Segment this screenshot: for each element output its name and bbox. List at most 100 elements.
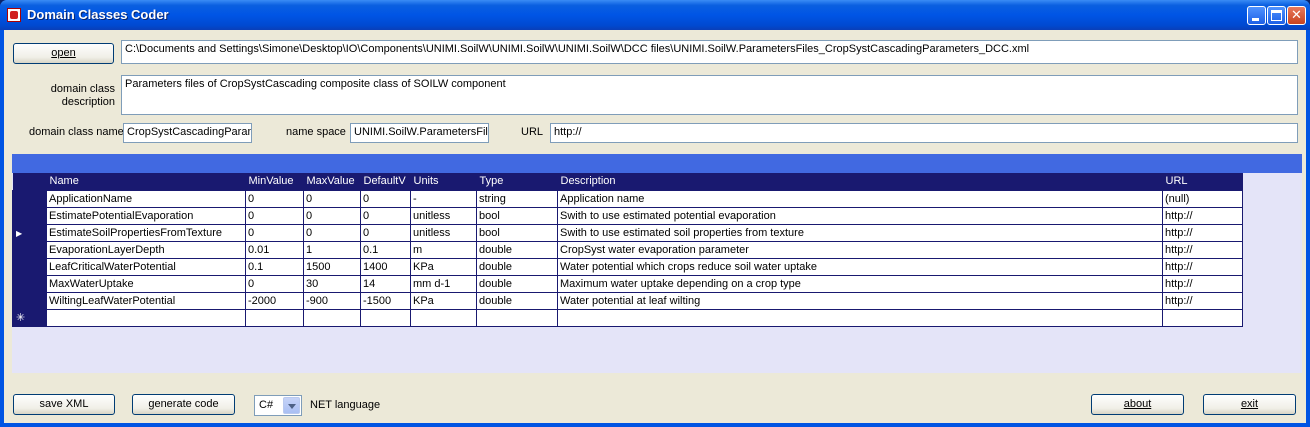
table-cell[interactable]: 1: [303, 240, 361, 259]
table-cell[interactable]: Application name: [557, 189, 1163, 208]
table-cell[interactable]: [360, 308, 411, 327]
table-cell[interactable]: Swith to use estimated potential evapora…: [557, 206, 1163, 225]
namespace-field[interactable]: UNIMI.SoilW.ParametersFil: [350, 123, 489, 143]
class-name-field[interactable]: CropSystCascadingParam: [123, 123, 252, 143]
close-button[interactable]: ✕: [1287, 6, 1306, 25]
column-header-minvalue[interactable]: MinValue: [245, 173, 304, 190]
table-cell[interactable]: 0: [360, 223, 411, 242]
column-header-name[interactable]: Name: [46, 173, 246, 190]
row-header[interactable]: [12, 257, 47, 276]
table-cell[interactable]: LeafCriticalWaterPotential: [46, 257, 246, 276]
table-cell[interactable]: double: [476, 257, 558, 276]
table-cell[interactable]: (null): [1162, 189, 1243, 208]
table-cell[interactable]: 0.1: [360, 240, 411, 259]
column-header-defaultv[interactable]: DefaultV: [360, 173, 411, 190]
table-cell[interactable]: ApplicationName: [46, 189, 246, 208]
table-cell[interactable]: [476, 308, 558, 327]
table-cell[interactable]: -2000: [245, 291, 304, 310]
new-row[interactable]: ✳: [12, 308, 1243, 327]
row-header[interactable]: [12, 291, 47, 310]
table-row[interactable]: ApplicationName 0 0 0- string Application nam…: [12, 189, 1243, 208]
table-cell[interactable]: 0: [303, 206, 361, 225]
table-cell[interactable]: 0.01: [245, 240, 304, 259]
table-cell[interactable]: 0.1: [245, 257, 304, 276]
table-cell[interactable]: double: [476, 240, 558, 259]
table-cell[interactable]: http://: [1162, 291, 1243, 310]
description-field[interactable]: Parameters files of CropSystCascading co…: [121, 75, 1298, 115]
table-cell[interactable]: Swith to use estimated soil properties f…: [557, 223, 1163, 242]
column-header-units[interactable]: Units: [410, 173, 477, 190]
table-cell[interactable]: http://: [1162, 206, 1243, 225]
table-cell[interactable]: http://: [1162, 240, 1243, 259]
table-cell[interactable]: 14: [360, 274, 411, 293]
row-header[interactable]: [12, 240, 47, 259]
table-cell[interactable]: 0: [360, 206, 411, 225]
url-field[interactable]: http://: [550, 123, 1298, 143]
table-cell[interactable]: bool: [476, 223, 558, 242]
parameters-table[interactable]: Name MinValue MaxValue DefaultV Units Ty…: [12, 173, 1243, 327]
table-row[interactable]: EstimatePotentialEvaporation 0 0 0 unitless b…: [12, 206, 1243, 225]
table-row[interactable]: EvaporationLayerDepth 0.01 1 0.1 m double Crop…: [12, 240, 1243, 259]
save-xml-button[interactable]: save XML: [13, 394, 115, 415]
table-cell[interactable]: WiltingLeafWaterPotential: [46, 291, 246, 310]
chevron-down-icon[interactable]: [283, 397, 300, 414]
table-cell[interactable]: double: [476, 291, 558, 310]
column-header-maxvalue[interactable]: MaxValue: [303, 173, 361, 190]
table-cell[interactable]: -900: [303, 291, 361, 310]
table-cell[interactable]: http://: [1162, 223, 1243, 242]
table-cell[interactable]: KPa: [410, 291, 477, 310]
about-button[interactable]: about: [1091, 394, 1184, 415]
table-cell[interactable]: -1500: [360, 291, 411, 310]
table-cell[interactable]: EstimatePotentialEvaporation: [46, 206, 246, 225]
table-cell[interactable]: Water potential at leaf wilting: [557, 291, 1163, 310]
generate-code-button[interactable]: generate code: [132, 394, 235, 415]
row-header[interactable]: [12, 206, 47, 225]
table-cell[interactable]: m: [410, 240, 477, 259]
open-button[interactable]: open: [13, 43, 114, 64]
parameters-grid[interactable]: Name MinValue MaxValue DefaultV Units Ty…: [12, 154, 1302, 373]
column-header-description[interactable]: Description: [557, 173, 1163, 190]
table-cell[interactable]: unitless: [410, 206, 477, 225]
maximize-button[interactable]: [1267, 6, 1286, 25]
table-row[interactable]: LeafCriticalWaterPotential 0.1 1500 1400 KPa…: [12, 257, 1243, 276]
table-cell[interactable]: 0: [245, 206, 304, 225]
row-header[interactable]: [12, 274, 47, 293]
table-cell[interactable]: string: [476, 189, 558, 208]
table-cell[interactable]: EstimateSoilPropertiesFromTexture: [46, 223, 246, 242]
table-cell[interactable]: 1500: [303, 257, 361, 276]
table-cell[interactable]: 0: [303, 223, 361, 242]
table-cell[interactable]: unitless: [410, 223, 477, 242]
table-row[interactable]: WiltingLeafWaterPotential -2000 -900 -1500 K…: [12, 291, 1243, 310]
table-cell[interactable]: [557, 308, 1163, 327]
file-path-field[interactable]: C:\Documents and Settings\Simone\Desktop…: [121, 40, 1298, 64]
table-cell[interactable]: [245, 308, 304, 327]
table-cell[interactable]: 0: [303, 189, 361, 208]
table-cell[interactable]: 0: [245, 189, 304, 208]
table-cell[interactable]: 0: [360, 189, 411, 208]
table-cell[interactable]: http://: [1162, 257, 1243, 276]
table-cell[interactable]: [303, 308, 361, 327]
table-cell[interactable]: double: [476, 274, 558, 293]
column-header-url[interactable]: URL: [1162, 173, 1243, 190]
column-header-type[interactable]: Type: [476, 173, 558, 190]
table-cell[interactable]: 0: [245, 274, 304, 293]
table-cell[interactable]: -: [410, 189, 477, 208]
table-cell[interactable]: CropSyst water evaporation parameter: [557, 240, 1163, 259]
table-cell[interactable]: 1400: [360, 257, 411, 276]
table-cell[interactable]: [46, 308, 246, 327]
table-row[interactable]: MaxWaterUptake 0 30 14 mm d-1 double Maximum w…: [12, 274, 1243, 293]
table-cell[interactable]: [410, 308, 477, 327]
table-cell[interactable]: [1162, 308, 1243, 327]
minimize-button[interactable]: [1247, 6, 1266, 25]
row-header[interactable]: [12, 189, 47, 208]
language-select[interactable]: C#: [254, 395, 302, 416]
table-cell[interactable]: MaxWaterUptake: [46, 274, 246, 293]
table-cell[interactable]: 30: [303, 274, 361, 293]
table-cell[interactable]: http://: [1162, 274, 1243, 293]
table-cell[interactable]: KPa: [410, 257, 477, 276]
title-bar[interactable]: Domain Classes Coder ✕: [0, 0, 1310, 30]
table-cell[interactable]: Water potential which crops reduce soil …: [557, 257, 1163, 276]
row-header[interactable]: ▶: [12, 223, 47, 242]
exit-button[interactable]: exit: [1203, 394, 1296, 415]
new-row-header[interactable]: ✳: [12, 308, 47, 327]
